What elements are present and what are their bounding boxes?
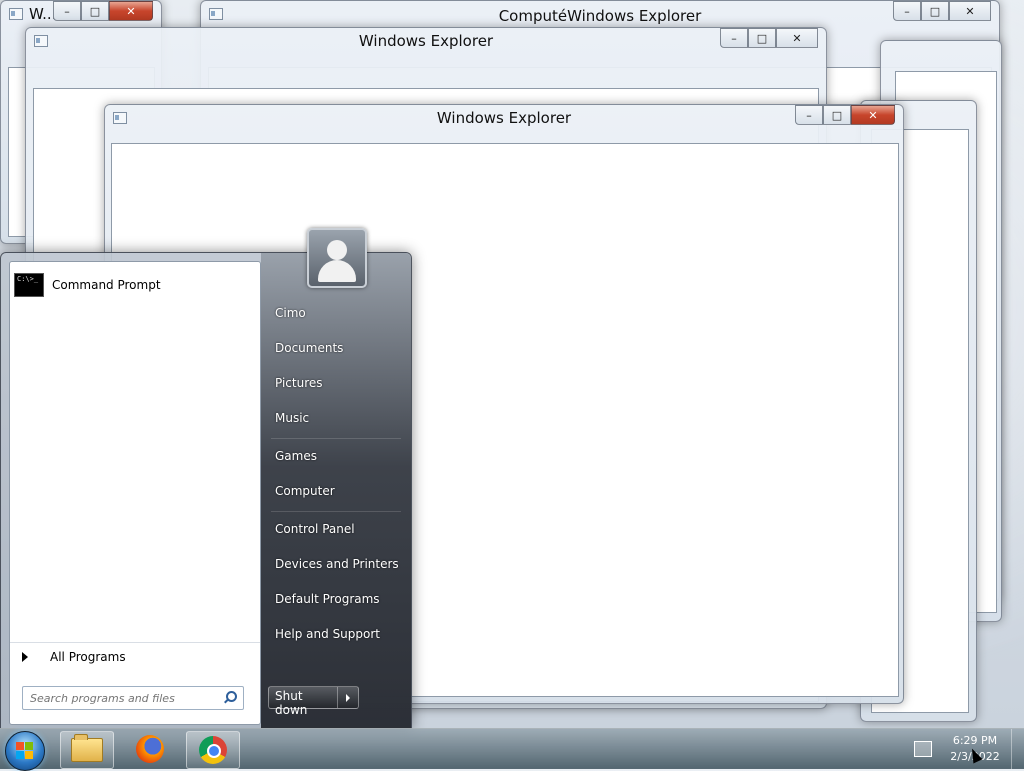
firefox-icon <box>136 735 164 763</box>
close-button[interactable]: ✕ <box>109 1 153 21</box>
start-item-devices-printers[interactable]: Devices and Printers <box>275 557 403 571</box>
windows-logo-icon <box>16 742 34 760</box>
taskbar-windows-explorer[interactable] <box>60 731 114 769</box>
shutdown-control: Shut down <box>268 686 359 717</box>
start-item-computer[interactable]: Computer <box>275 484 403 498</box>
chevron-right-icon <box>346 693 350 702</box>
minimize-button[interactable]: – <box>795 105 823 125</box>
maximize-button[interactable]: □ <box>823 105 851 125</box>
minimize-button[interactable]: – <box>893 1 921 21</box>
command-prompt-icon: C:\>_ <box>14 273 44 297</box>
close-button[interactable]: ✕ <box>949 1 991 21</box>
start-menu-places-pane: Cimo Documents Pictures Music Games Comp… <box>261 253 411 728</box>
start-item-help-support[interactable]: Help and Support <box>275 627 403 641</box>
taskbar-chrome[interactable] <box>186 731 240 769</box>
all-programs-button[interactable]: All Programs <box>18 650 253 664</box>
shutdown-button[interactable]: Shut down <box>269 687 338 717</box>
window-system-icon[interactable] <box>9 8 23 20</box>
start-item-user[interactable]: Cimo <box>275 306 403 320</box>
program-label: Command Prompt <box>52 278 161 292</box>
user-avatar[interactable] <box>307 228 367 288</box>
start-item-pictures[interactable]: Pictures <box>275 376 403 390</box>
window-controls: – □ ✕ <box>720 28 818 48</box>
window-title: Windows Explorer <box>436 109 572 127</box>
window-controls: – □ ✕ <box>795 105 895 125</box>
search-input[interactable] <box>23 690 223 706</box>
network-icon[interactable] <box>914 741 932 757</box>
start-item-control-panel[interactable]: Control Panel <box>275 522 403 536</box>
taskbar-firefox[interactable] <box>124 731 176 767</box>
chrome-icon <box>199 736 227 764</box>
show-desktop-button[interactable] <box>1011 729 1024 769</box>
folder-icon <box>71 734 103 762</box>
start-item-documents[interactable]: Documents <box>275 341 403 355</box>
shutdown-options-button[interactable] <box>338 687 358 708</box>
right-arrow-icon <box>22 652 28 662</box>
maximize-button[interactable]: □ <box>921 1 949 21</box>
start-button[interactable] <box>5 731 45 771</box>
search-icon[interactable] <box>223 691 237 705</box>
start-menu: C:\>_ Command Prompt All Programs Cimo D… <box>0 252 412 729</box>
start-menu-programs-pane: C:\>_ Command Prompt All Programs <box>9 261 261 725</box>
window-title: Windows Explorer <box>358 32 494 50</box>
divider <box>271 438 401 439</box>
close-button[interactable]: ✕ <box>851 105 895 125</box>
divider <box>271 511 401 512</box>
maximize-button[interactable]: □ <box>748 28 776 48</box>
start-item-games[interactable]: Games <box>275 449 403 463</box>
minimize-button[interactable]: – <box>53 1 81 21</box>
all-programs-label: All Programs <box>50 650 126 664</box>
search-box[interactable] <box>22 686 244 710</box>
window-controls: – □ ✕ <box>893 1 991 21</box>
minimize-button[interactable]: – <box>720 28 748 48</box>
window-controls: – □ ✕ <box>53 1 153 21</box>
window-title: ComputéWindows Explorer <box>498 7 702 25</box>
close-button[interactable]: ✕ <box>776 28 818 48</box>
taskbar: 6:29 PM 2/3/2022 <box>0 728 1024 771</box>
divider <box>10 642 260 643</box>
maximize-button[interactable]: □ <box>81 1 109 21</box>
start-item-default-programs[interactable]: Default Programs <box>275 592 403 606</box>
program-item-command-prompt[interactable]: C:\>_ Command Prompt <box>14 269 254 301</box>
start-item-music[interactable]: Music <box>275 411 403 425</box>
